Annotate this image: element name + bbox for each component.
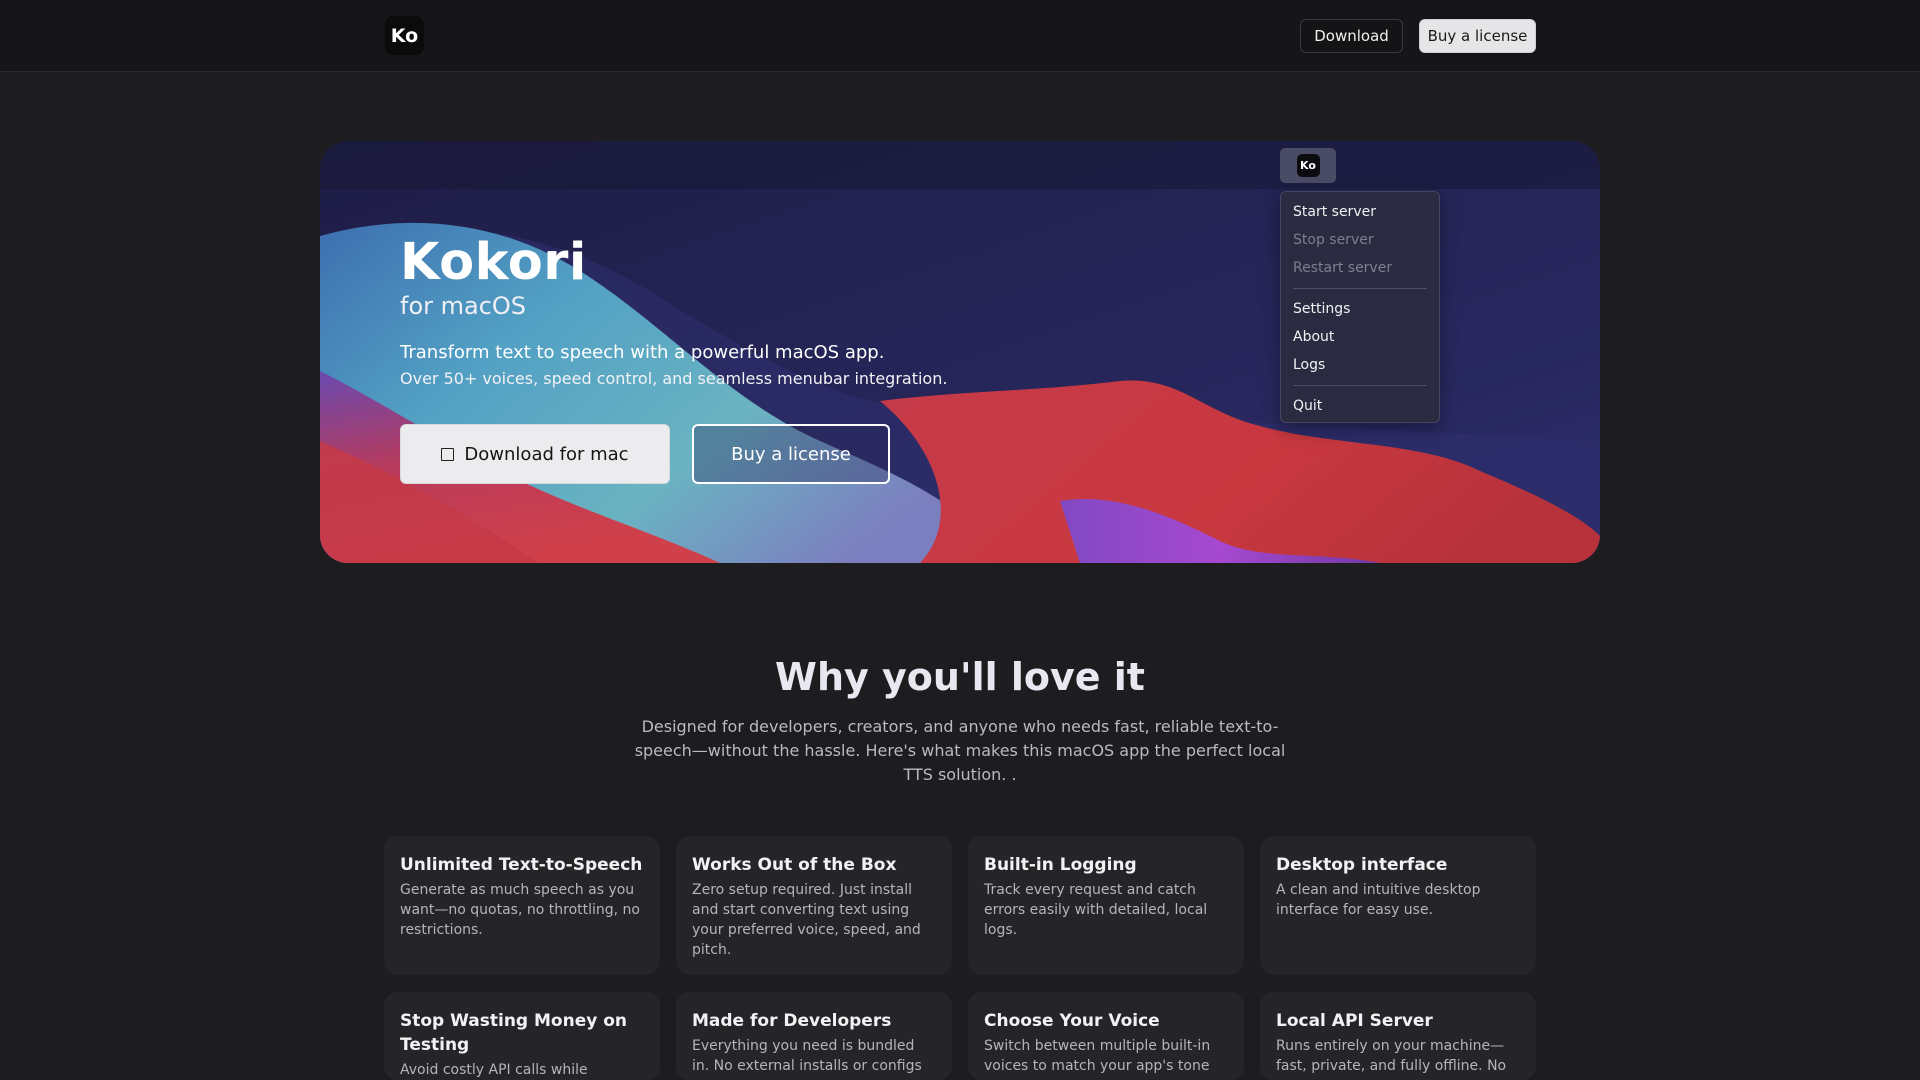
menu-divider — [1293, 385, 1427, 386]
download-for-mac-button[interactable]: Download for mac — [400, 424, 670, 484]
logo[interactable]: Ko — [385, 16, 424, 55]
top-navbar: Ko Download Buy a license — [0, 0, 1920, 72]
menu-item-quit[interactable]: Quit — [1281, 392, 1439, 420]
hero-banner: Ko Start server Stop server Restart serv… — [320, 141, 1600, 563]
feature-title: Desktop interface — [1276, 855, 1448, 875]
feature-body: Generate as much speech as you want—no q… — [400, 882, 640, 938]
feature-card: Works Out of the Box Zero setup required… — [676, 836, 952, 975]
feature-title: Built-in Logging — [984, 855, 1137, 875]
feature-title: Unlimited Text-to-Speech — [400, 855, 643, 875]
feature-body: Switch between multiple built-in voices … — [984, 1038, 1211, 1074]
feature-body: Runs entirely on your machine—fast, priv… — [1276, 1038, 1507, 1074]
feature-body: Avoid costly API calls while — [400, 1062, 588, 1078]
feature-card: Local API Server Runs entirely on your m… — [1260, 992, 1536, 1080]
section-description: Designed for developers, creators, and a… — [634, 717, 1286, 784]
feature-card: Unlimited Text-to-Speech Generate as muc… — [384, 836, 660, 975]
section-title: Why you'll love it — [775, 655, 1145, 699]
menu-item-settings[interactable]: Settings — [1281, 295, 1439, 323]
feature-title: Stop Wasting Money on Testing — [400, 1011, 628, 1055]
feature-title: Local API Server — [1276, 1011, 1433, 1031]
hero-tagline-secondary: Over 50+ voices, speed control, and seam… — [400, 369, 948, 388]
feature-card: Desktop interface A clean and intuitive … — [1260, 836, 1536, 975]
feature-card: Choose Your Voice Switch between multipl… — [968, 992, 1244, 1080]
menu-item-restart-server: Restart server — [1293, 260, 1393, 276]
feature-body: Everything you need is bundled in. No ex… — [692, 1038, 922, 1074]
feature-body: Track every request and catch errors eas… — [984, 882, 1208, 938]
hero-buy-license-button[interactable]: Buy a license — [692, 424, 890, 484]
menu-item-logs[interactable]: Logs — [1281, 351, 1439, 379]
feature-card: Built-in Logging Track every request and… — [968, 836, 1244, 975]
feature-title: Choose Your Voice — [984, 1011, 1160, 1031]
feature-card: Made for Developers Everything you need … — [676, 992, 952, 1080]
feature-body: Zero setup required. Just install and st… — [692, 882, 921, 958]
hero-tagline: Transform text to speech with a powerful… — [400, 342, 885, 363]
menu-divider — [1293, 288, 1427, 289]
macos-menubar — [320, 141, 1600, 189]
nav-download-button[interactable]: Download — [1300, 19, 1403, 53]
menu-item-start-server[interactable]: Start server — [1281, 198, 1439, 226]
app-icon-label: Ko — [1296, 154, 1320, 177]
menubar-dropdown: Start server Stop server Restart server … — [1280, 191, 1440, 423]
menu-item-stop-server: Stop server — [1293, 232, 1374, 248]
menubar-app-icon[interactable]: Ko — [1280, 148, 1336, 183]
nav-buy-license-button[interactable]: Buy a license — [1419, 19, 1536, 53]
feature-card: Stop Wasting Money on Testing Avoid cost… — [384, 992, 660, 1080]
feature-title: Works Out of the Box — [692, 855, 897, 875]
hero-title: Kokori — [400, 233, 587, 292]
hero-subtitle: for macOS — [400, 292, 527, 320]
feature-title: Made for Developers — [692, 1011, 892, 1031]
square-icon — [441, 447, 455, 461]
menu-item-about[interactable]: About — [1281, 323, 1439, 351]
download-button-label: Download for mac — [464, 443, 629, 465]
feature-body: A clean and intuitive desktop interface … — [1276, 882, 1481, 918]
